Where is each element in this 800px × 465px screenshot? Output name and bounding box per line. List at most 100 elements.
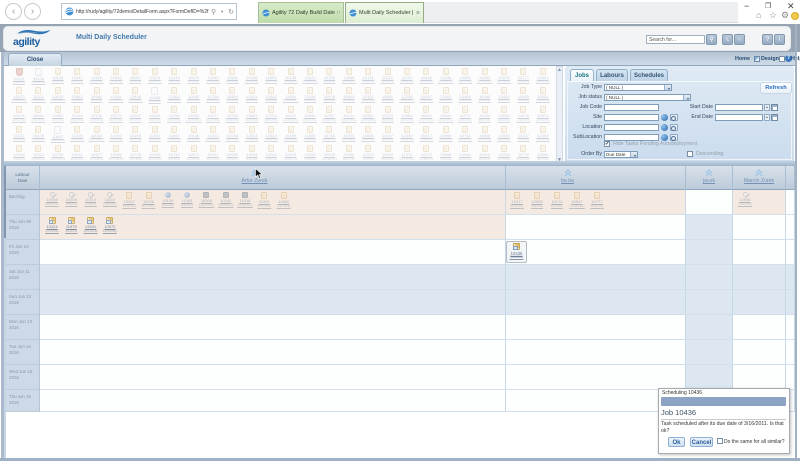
browser-tab-inactive[interactable]: Agility 72 Daily Build Date : 08 J...	[258, 2, 344, 23]
task-item[interactable]: 128787/28/2011	[281, 145, 300, 161]
grid-cell[interactable]	[40, 290, 506, 315]
grid-cell[interactable]	[686, 265, 733, 290]
end-date-spinner-icon[interactable]: +	[764, 114, 770, 121]
task-item[interactable]: 1151811/16/2011	[236, 192, 255, 207]
task-item[interactable]: 106564/12/2011	[339, 68, 358, 84]
task-item[interactable]: 1073511/22/2011	[48, 145, 67, 161]
start-date-spinner-icon[interactable]: +	[764, 104, 770, 111]
address-bar[interactable]: http://rudy/agility/72demo/DetailForm.as…	[61, 3, 237, 20]
sublocation-lookup-icon[interactable]	[670, 134, 678, 141]
job-code-input[interactable]	[604, 104, 659, 111]
sublocation-info-icon[interactable]	[661, 134, 668, 141]
task-item[interactable]: 135406/5/2011	[145, 106, 164, 122]
task-item[interactable]: 133216/23/2011	[29, 87, 48, 103]
settings-gear-icon[interactable]: ⚙	[781, 11, 789, 20]
task-item[interactable]: 101143/9/2011	[475, 145, 494, 161]
column-header-artur[interactable]: Artur Zurek	[40, 166, 506, 190]
location-info-icon[interactable]	[661, 124, 668, 131]
task-item[interactable]: 1035312/15/2011	[475, 68, 494, 84]
task-item[interactable]: 108622/9/2011	[68, 87, 87, 103]
info-button[interactable]: i	[774, 34, 785, 45]
task-item[interactable]: 101086/26/2011	[43, 192, 62, 206]
help-question-button[interactable]: ?	[762, 34, 773, 45]
task-item[interactable]: 104052/16/2011	[456, 87, 475, 103]
task-item[interactable]: 1000911/27/2011	[197, 192, 216, 207]
refresh-icon[interactable]: ↻	[228, 8, 234, 16]
hide-tasks-checkbox[interactable]: ✓	[604, 141, 610, 147]
selected-task-card[interactable]: 10436 3/16/2011	[506, 241, 527, 263]
task-item[interactable]: 102722/15/2011	[417, 145, 436, 161]
sublocation-input[interactable]	[604, 134, 659, 141]
task-item[interactable]: 106903/9/2011	[533, 145, 552, 161]
task-item[interactable]: 107115/15/2011	[456, 126, 475, 142]
grid-cell[interactable]	[733, 240, 786, 265]
task-item[interactable]: 107003/4/2011	[320, 68, 339, 84]
task-item[interactable]: 100469/23/2011	[456, 145, 475, 161]
task-item[interactable]: 1064110/27/2011	[417, 106, 436, 122]
task-item[interactable]: 109172/15/2011	[417, 126, 436, 142]
task-item[interactable]: 107416/1/2011	[165, 145, 184, 161]
task-item[interactable]: 101166/19/2011	[87, 68, 106, 84]
task-item[interactable]: 101091/9/2011	[62, 192, 81, 206]
task-item[interactable]: 1057310/26/2011	[10, 87, 29, 103]
task-item[interactable]: 112559/10/2011	[165, 106, 184, 122]
grid-cell[interactable]	[686, 190, 733, 215]
task-item[interactable]: 100578/28/2011	[417, 87, 436, 103]
task-item[interactable]: 104334/12/2011	[145, 145, 164, 161]
task-item[interactable]: 102279/18/2011	[120, 192, 139, 208]
task-item[interactable]: 122587/27/2011	[223, 126, 242, 142]
task-item[interactable]: 108288/17/2011	[475, 126, 494, 142]
task-item[interactable]: 106822/2/2011	[87, 87, 106, 103]
task-item[interactable]: 102085/21/2011	[495, 145, 514, 161]
task-item[interactable]: 107442/18/2011	[320, 126, 339, 142]
task-item[interactable]: 1054712/24/2011	[568, 192, 587, 208]
task-item[interactable]: 100524/2/2011	[262, 68, 281, 84]
autocomplete-arrow-icon[interactable]: ▼	[220, 9, 224, 14]
task-item[interactable]: 1193411/13/2011	[281, 87, 300, 103]
task-item[interactable]: 131994/1/2011	[126, 126, 145, 142]
order-by-select[interactable]: Due Date	[604, 151, 638, 158]
task-item[interactable]: 101479/4/2011	[68, 68, 87, 84]
task-item[interactable]: 105328/12/2011	[301, 106, 320, 122]
grid-cell[interactable]	[506, 365, 686, 390]
task-item[interactable]: 133732/8/2011	[378, 106, 397, 122]
grid-cell[interactable]	[506, 240, 686, 265]
task-item[interactable]: 107584/13/2011	[204, 87, 223, 103]
task-item[interactable]: 105687/9/2011	[436, 145, 455, 161]
task-item[interactable]: 132078/5/2011	[514, 126, 533, 142]
task-item[interactable]: 100794/3/2011	[184, 68, 203, 84]
column-header-baba[interactable]: ba ba	[506, 166, 686, 190]
task-item[interactable]: 1297212/9/2011	[100, 217, 119, 233]
task-item[interactable]: 125939/13/2011	[436, 87, 455, 103]
task-item[interactable]: 101361/24/2011	[184, 126, 203, 142]
grid-cell[interactable]	[733, 365, 786, 390]
task-item[interactable]: 1316611/27/2011	[107, 145, 126, 161]
grid-cell[interactable]	[686, 315, 733, 340]
task-item[interactable]: 100624/25/2011	[184, 87, 203, 103]
scroll-up-icon[interactable]: ▲	[557, 68, 562, 73]
task-item[interactable]: 115063/5/2011	[301, 126, 320, 142]
task-item[interactable]: 1018910/1/2011	[281, 126, 300, 142]
task-item[interactable]: 109712/24/2011	[533, 106, 552, 122]
task-item[interactable]: 1137110/28/2011	[398, 145, 417, 161]
task-item[interactable]: 131599/18/2011	[68, 126, 87, 142]
location-lookup-icon[interactable]	[670, 124, 678, 131]
task-item[interactable]: 102613/15/2011	[68, 145, 87, 161]
grid-cell[interactable]	[40, 365, 506, 390]
grid-cell[interactable]	[686, 215, 733, 240]
cancel-button[interactable]: Cancel	[690, 437, 713, 447]
grid-cell[interactable]	[40, 265, 506, 290]
task-item[interactable]: 101321/5/2011	[10, 126, 29, 142]
job-status-select[interactable]: ( NULL )	[604, 94, 691, 101]
grid-cell[interactable]	[506, 340, 686, 365]
ok-button[interactable]: Ok	[668, 437, 685, 447]
grid-cell[interactable]	[786, 340, 795, 365]
start-date-input[interactable]	[715, 104, 763, 111]
search-address-icon[interactable]: ⚲	[211, 8, 216, 16]
task-item[interactable]: 106515/12/2011	[29, 106, 48, 122]
task-item[interactable]: 1018612/25/2011	[436, 68, 455, 84]
task-item[interactable]: 134311/22/2011	[533, 68, 552, 84]
task-item[interactable]: 101298/8/2011	[158, 192, 177, 207]
task-item[interactable]: 101367/21/2011	[29, 68, 48, 85]
task-item[interactable]: 1309312/28/2011	[184, 106, 203, 122]
